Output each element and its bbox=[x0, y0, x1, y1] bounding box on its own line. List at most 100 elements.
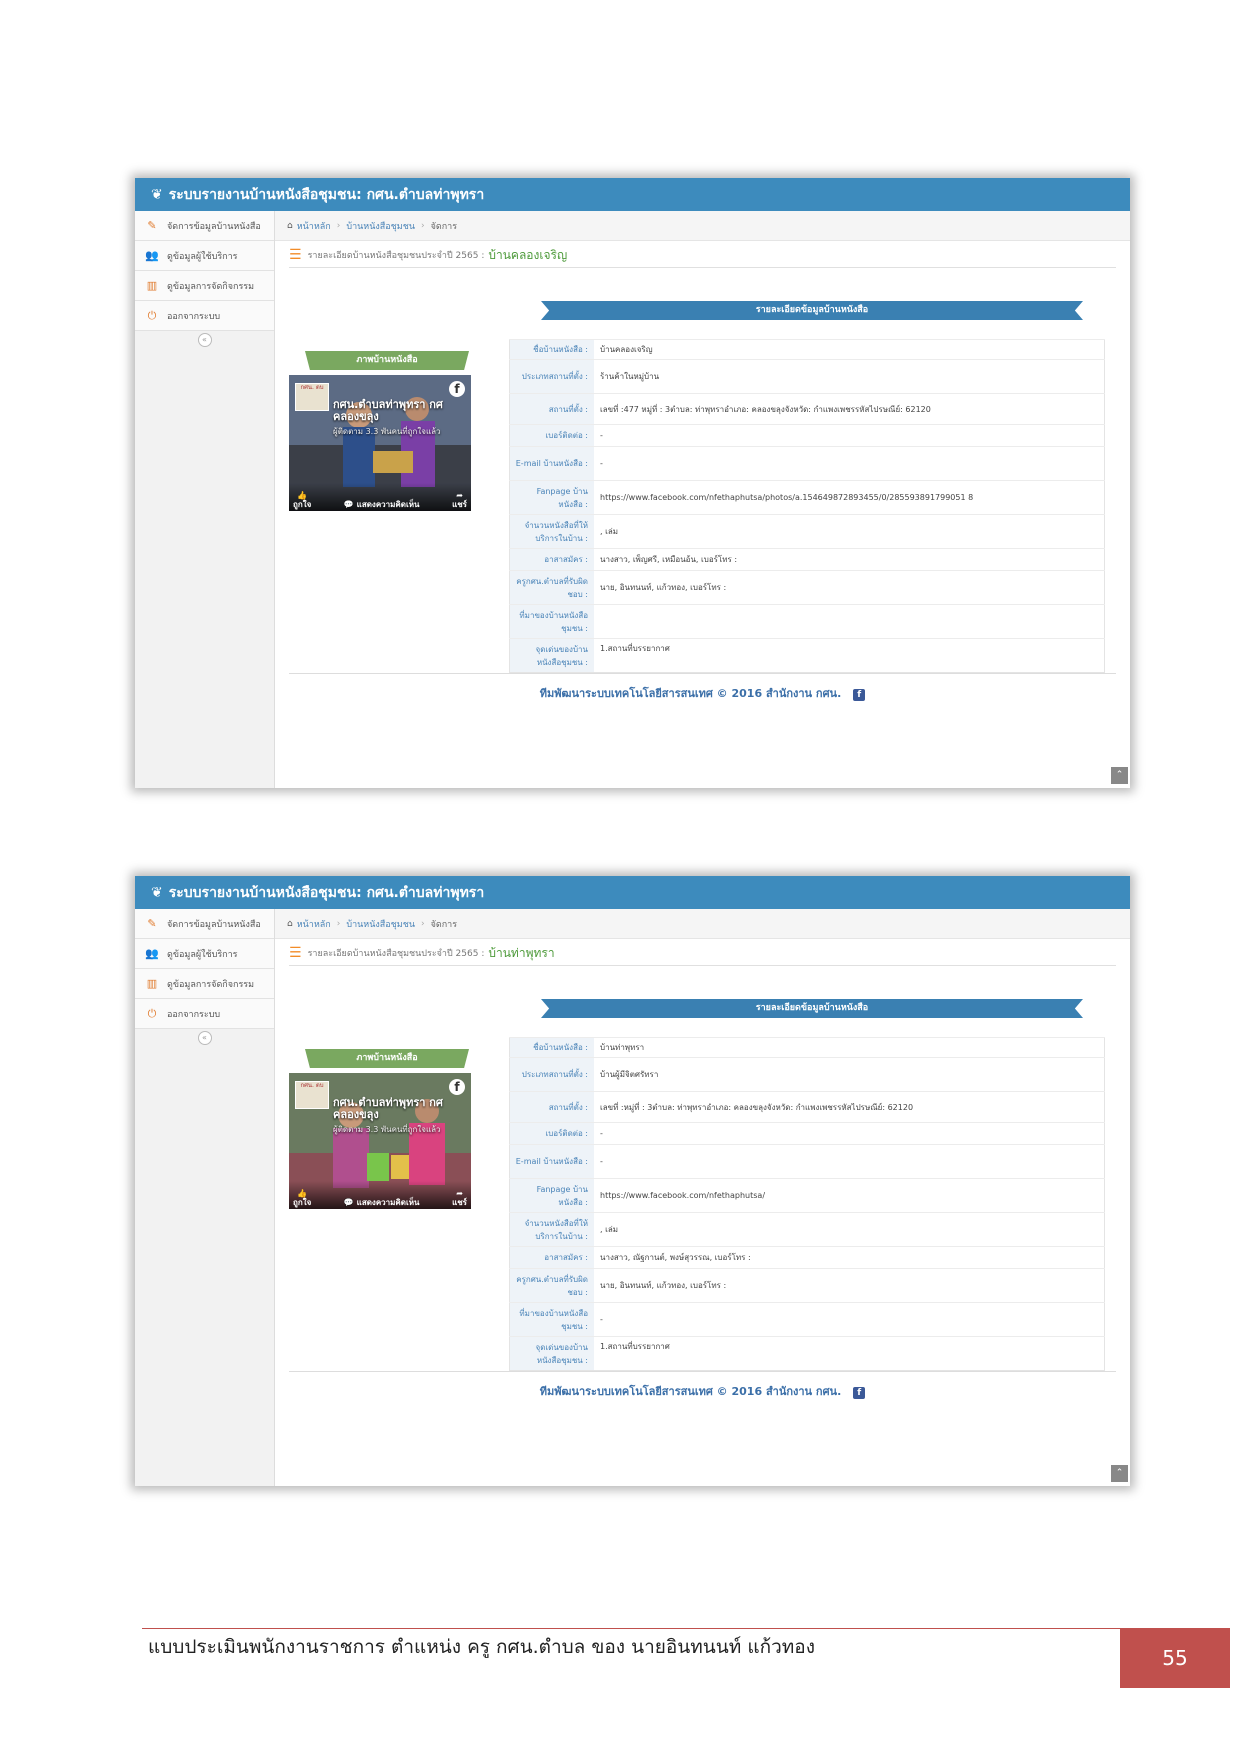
field-value: นาย, อินทนนท์, แก้วทอง, เบอร์โทร : bbox=[594, 570, 1105, 605]
breadcrumb: ⌂ หน้าหลัก › บ้านหนังสือชุมชน › จัดการ bbox=[275, 211, 1130, 241]
app-title: ระบบรายงานบ้านหนังสือชุมชน: กศน.ตำบลท่าพ… bbox=[168, 186, 485, 203]
table-row: ที่มาของบ้านหนังสือชุมชน :- bbox=[509, 1302, 1105, 1337]
field-label: จุดเด่นของบ้านหนังสือชุมชน : bbox=[509, 638, 594, 673]
screenshot-2: ❦ ระบบรายงานบ้านหนังสือชุมชน: กศน.ตำบลท่า… bbox=[135, 876, 1130, 1486]
leaf-icon: ❦ bbox=[151, 884, 163, 901]
sidebar-item-label: ดูข้อมูลการจัดกิจกรรม bbox=[167, 281, 255, 292]
breadcrumb-library[interactable]: บ้านหนังสือชุมชน bbox=[346, 219, 415, 233]
report-header: ☰ รายละเอียดบ้านหนังสือชุมชนประจำปี 2565 … bbox=[289, 941, 1116, 966]
table-row: E-mail บ้านหนังสือ :- bbox=[509, 446, 1105, 481]
table-row: ประเภทสถานที่ตั้ง : ร้านค้าในหมู่บ้าน bbox=[509, 359, 1105, 394]
breadcrumb-current: จัดการ bbox=[430, 919, 458, 930]
field-label: เบอร์ติดต่อ : bbox=[509, 1122, 594, 1145]
home-icon: ⌂ bbox=[287, 918, 293, 929]
report-label: รายละเอียดบ้านหนังสือชุมชนประจำปี 2565 : bbox=[307, 949, 485, 959]
power-icon: ⏻ bbox=[147, 1006, 157, 1020]
breadcrumb-library[interactable]: บ้านหนังสือชุมชน bbox=[346, 917, 415, 931]
field-value: นาย, อินทนนท์, แก้วทอง, เบอร์โทร : bbox=[594, 1268, 1105, 1303]
double-chevron-left-icon: « bbox=[197, 1031, 212, 1045]
fanpage-link[interactable]: https://www.facebook.com/nfethaphutsa/ph… bbox=[594, 480, 1105, 515]
like-button[interactable]: 👍 ถูกใจ bbox=[293, 491, 311, 509]
field-value: นางสาว, ณัฐกานต์, พงษ์สุวรรณ, เบอร์โทร : bbox=[594, 1246, 1105, 1269]
footer-divider bbox=[289, 1371, 1116, 1372]
like-button[interactable]: 👍 ถูกใจ bbox=[293, 1189, 311, 1207]
sidebar-item-logout[interactable]: ⏻ ออกจากระบบ bbox=[135, 301, 274, 331]
sidebar-collapse[interactable]: « bbox=[135, 1029, 274, 1047]
report-name: บ้านคลองเจริญ bbox=[488, 247, 568, 262]
app-footer: ทีมพัฒนาระบบเทคโนโลยีสารสนเทศ © 2016 สำน… bbox=[275, 684, 1130, 702]
footer-text: ทีมพัฒนาระบบเทคโนโลยีสารสนเทศ © 2016 สำน… bbox=[539, 687, 842, 700]
table-row: ชื่อบ้านหนังสือ : บ้านคลองเจริญ bbox=[509, 339, 1105, 360]
sidebar-item-users[interactable]: 👥 ดูข้อมูลผู้ใช้บริการ bbox=[135, 241, 274, 271]
sidebar-item-manage[interactable]: ✎ จัดการข้อมูลบ้านหนังสือ bbox=[135, 211, 274, 241]
app-title: ระบบรายงานบ้านหนังสือชุมชน: กศน.ตำบลท่าพ… bbox=[168, 884, 485, 901]
field-value: บ้านท่าพุทรา bbox=[594, 1037, 1105, 1058]
field-label: สถานที่ตั้ง : bbox=[509, 393, 594, 425]
share-button[interactable]: ➦ แชร์ bbox=[452, 491, 467, 509]
app-footer: ทีมพัฒนาระบบเทคโนโลยีสารสนเทศ © 2016 สำน… bbox=[275, 1382, 1130, 1400]
scroll-to-top-button[interactable]: ⌃ bbox=[1111, 1465, 1128, 1482]
field-label: จำนวนหนังสือที่ให้บริการในบ้าน : bbox=[509, 514, 594, 549]
sidebar-item-users[interactable]: 👥 ดูข้อมูลผู้ใช้บริการ bbox=[135, 939, 274, 969]
main-content: ⌂ หน้าหลัก › บ้านหนังสือชุมชน › จัดการ ☰ รา… bbox=[275, 211, 1130, 788]
table-row: จำนวนหนังสือที่ให้บริการในบ้าน :, เล่ม bbox=[509, 514, 1105, 549]
sidebar-item-label: จัดการข้อมูลบ้านหนังสือ bbox=[167, 221, 261, 232]
field-label: Fanpage บ้านหนังสือ : bbox=[509, 1178, 594, 1213]
sidebar-item-manage[interactable]: ✎ จัดการข้อมูลบ้านหนังสือ bbox=[135, 909, 274, 939]
facebook-icon: f bbox=[449, 381, 465, 397]
sidebar-item-activities[interactable]: ▥ ดูข้อมูลการจัดกิจกรรม bbox=[135, 969, 274, 999]
facebook-icon[interactable]: f bbox=[853, 689, 866, 701]
facebook-page-name[interactable]: กศน.ตำบลท่าพุทรา กศ คลองขลุง bbox=[333, 1097, 463, 1121]
double-chevron-left-icon: « bbox=[197, 333, 212, 347]
field-value: บ้านคลองเจริญ bbox=[594, 339, 1105, 360]
fanpage-link[interactable]: https://www.facebook.com/nfethaphutsa/ bbox=[594, 1178, 1105, 1213]
detail-banner: รายละเอียดข้อมูลบ้านหนังสือ bbox=[541, 301, 1083, 320]
table-row: สถานที่ตั้ง : เลขที่ :477 หมู่ที่ : 3ตำบล… bbox=[509, 393, 1105, 425]
field-label: เบอร์ติดต่อ : bbox=[509, 424, 594, 447]
facebook-icon: f bbox=[449, 1079, 465, 1095]
field-value: , เล่ม bbox=[594, 514, 1105, 549]
main-content: ⌂ หน้าหลัก › บ้านหนังสือชุมชน › จัดการ ☰ รา… bbox=[275, 909, 1130, 1486]
comment-button[interactable]: 💬 แสดงความคิดเห็น bbox=[344, 500, 420, 509]
breadcrumb-home[interactable]: หน้าหลัก bbox=[297, 219, 331, 233]
sidebar-item-label: ดูข้อมูลผู้ใช้บริการ bbox=[167, 949, 238, 960]
table-row: Fanpage บ้านหนังสือ : https://www.faceboo… bbox=[509, 480, 1105, 515]
table-row: จำนวนหนังสือที่ให้บริการในบ้าน :, เล่ม bbox=[509, 1212, 1105, 1247]
report-header: ☰ รายละเอียดบ้านหนังสือชุมชนประจำปี 2565 … bbox=[289, 243, 1116, 268]
field-label: ที่มาของบ้านหนังสือชุมชน : bbox=[509, 1302, 594, 1337]
field-value: ร้านค้าในหมู่บ้าน bbox=[594, 359, 1105, 394]
table-row: เบอร์ติดต่อ :- bbox=[509, 1122, 1105, 1145]
comment-button[interactable]: 💬 แสดงความคิดเห็น bbox=[344, 1198, 420, 1207]
facebook-page-widget[interactable]: กศน. ตบ f กศน.ตำบลท่าพุทรา กศ คลองขลุง ผ… bbox=[289, 1073, 471, 1209]
sidebar-item-label: จัดการข้อมูลบ้านหนังสือ bbox=[167, 919, 261, 930]
sidebar-collapse[interactable]: « bbox=[135, 331, 274, 349]
table-row: E-mail บ้านหนังสือ :- bbox=[509, 1144, 1105, 1179]
table-row: ครูกศน.ตำบลที่รับผิดชอบ : นาย, อินทนนท์, … bbox=[509, 570, 1105, 605]
table-row: เบอร์ติดต่อ :- bbox=[509, 424, 1105, 447]
share-button[interactable]: ➦ แชร์ bbox=[452, 1189, 467, 1207]
image-title: ภาพบ้านหนังสือ bbox=[305, 1049, 469, 1068]
sidebar-item-label: ออกจากระบบ bbox=[167, 311, 221, 322]
field-label: ที่มาของบ้านหนังสือชุมชน : bbox=[509, 604, 594, 639]
chart-icon: ▥ bbox=[146, 279, 158, 292]
users-icon: 👥 bbox=[145, 249, 159, 262]
sidebar-item-activities[interactable]: ▥ ดูข้อมูลการจัดกิจกรรม bbox=[135, 271, 274, 301]
app-header: ❦ ระบบรายงานบ้านหนังสือชุมชน: กศน.ตำบลท่า… bbox=[135, 876, 1130, 909]
field-value: - bbox=[594, 1302, 1105, 1337]
facebook-icon[interactable]: f bbox=[853, 1387, 866, 1399]
page-number: 55 bbox=[1120, 1628, 1230, 1688]
field-value: เลขที่ :477 หมู่ที่ : 3ตำบล: ท่าพุทราอำเ… bbox=[594, 393, 1105, 425]
scroll-to-top-button[interactable]: ⌃ bbox=[1111, 767, 1128, 784]
table-row: สถานที่ตั้ง : เลขที่ :หมู่ที่ : 3ตำบล: ท่… bbox=[509, 1091, 1105, 1123]
facebook-page-name[interactable]: กศน.ตำบลท่าพุทรา กศ คลองขลุง bbox=[333, 399, 463, 423]
field-value bbox=[594, 604, 1105, 639]
sidebar-item-logout[interactable]: ⏻ ออกจากระบบ bbox=[135, 999, 274, 1029]
table-row: ครูกศน.ตำบลที่รับผิดชอบ : นาย, อินทนนท์, … bbox=[509, 1268, 1105, 1303]
report-label: รายละเอียดบ้านหนังสือชุมชนประจำปี 2565 : bbox=[307, 251, 485, 261]
table-row: อาสาสมัคร : นางสาว, ณัฐกานต์, พงษ์สุวรรณ,… bbox=[509, 1246, 1105, 1269]
field-label: จำนวนหนังสือที่ให้บริการในบ้าน : bbox=[509, 1212, 594, 1247]
breadcrumb-home[interactable]: หน้าหลัก bbox=[297, 917, 331, 931]
field-value: - bbox=[594, 1144, 1105, 1179]
facebook-page-widget[interactable]: กศน. ตบ f กศน.ตำบลท่าพุทรา กศ คลองขลุง ผ… bbox=[289, 375, 471, 511]
field-value: เลขที่ :หมู่ที่ : 3ตำบล: ท่าพุทราอำเภอ: … bbox=[594, 1091, 1105, 1123]
